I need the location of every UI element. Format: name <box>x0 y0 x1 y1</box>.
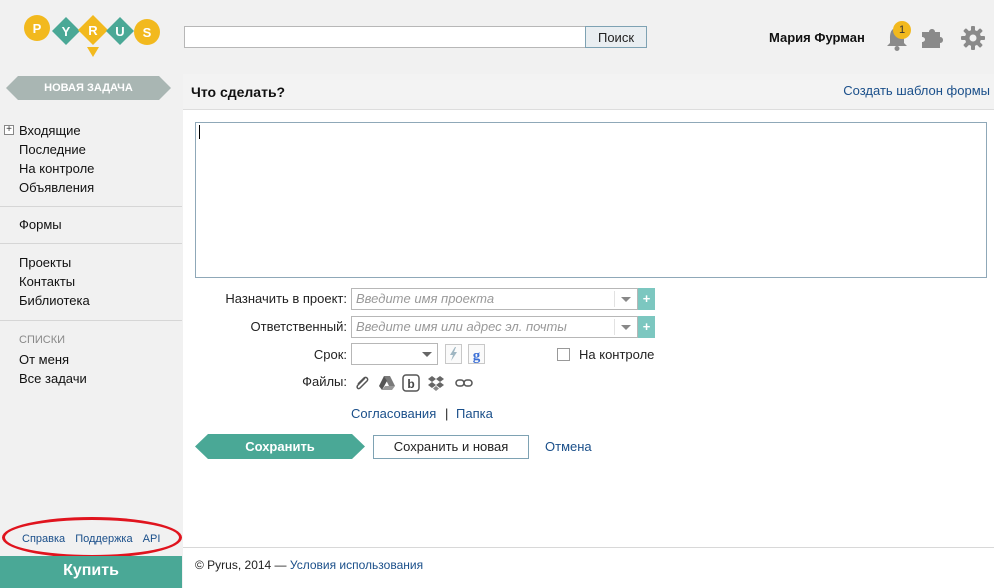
text-caret <box>199 125 200 139</box>
search-input[interactable] <box>184 26 585 48</box>
project-combobox[interactable]: Введите имя проекта <box>351 288 638 310</box>
chevron-down-icon[interactable] <box>621 297 631 302</box>
chevron-down-icon[interactable] <box>422 352 432 357</box>
sidebar-item-forms[interactable]: Формы <box>0 215 182 234</box>
puzzle-icon[interactable] <box>920 26 946 50</box>
deadline-picker[interactable] <box>351 343 438 365</box>
sidebar-group-projects: Проекты Контакты Библиотека <box>0 253 182 310</box>
sidebar-divider <box>0 206 182 207</box>
svg-text:P: P <box>33 21 42 36</box>
logo-letter-r: R <box>78 15 108 57</box>
cancel-link[interactable]: Отмена <box>545 439 592 454</box>
lightning-icon[interactable] <box>445 344 462 364</box>
highlight-annotation <box>2 517 182 558</box>
svg-text:Y: Y <box>62 24 71 39</box>
sidebar-item-control[interactable]: На контроле <box>0 159 182 178</box>
logo-letter-u: U <box>106 17 134 45</box>
sidebar-item-inbox[interactable]: Входящие <box>0 121 182 140</box>
page-title: Что сделать? <box>191 84 286 100</box>
copyright: © Pyrus, 2014 — Условия использования <box>195 558 423 572</box>
box-icon[interactable]: b <box>402 374 420 392</box>
form-header: Что сделать? Создать шаблон формы <box>183 74 994 110</box>
svg-text:g: g <box>473 348 481 363</box>
google-calendar-icon[interactable]: g <box>468 344 485 364</box>
sidebar-divider <box>0 320 182 321</box>
user-name[interactable]: Мария Фурман <box>769 30 865 45</box>
svg-text:b: b <box>407 377 414 391</box>
combo-divider <box>614 319 615 335</box>
sidebar-group-lists: СПИСКИ От меня Все задачи <box>0 331 182 388</box>
sidebar-item-all-tasks[interactable]: Все задачи <box>0 369 182 388</box>
link-separator: | <box>445 406 449 421</box>
sidebar-group-forms: Формы <box>0 215 182 234</box>
control-label: На контроле <box>579 347 655 362</box>
new-task-button[interactable]: НОВАЯ ЗАДАЧА <box>6 76 171 100</box>
files-label: Файлы: <box>302 374 347 389</box>
sidebar-item-from-me[interactable]: От меня <box>0 350 182 369</box>
chevron-down-icon[interactable] <box>621 325 631 330</box>
save-and-new-button[interactable]: Сохранить и новая <box>373 435 529 459</box>
deadline-label: Срок: <box>313 347 347 362</box>
footer-divider <box>183 547 994 548</box>
create-form-template-link[interactable]: Создать шаблон формы <box>843 83 990 98</box>
gear-icon[interactable] <box>960 25 986 51</box>
responsible-combobox[interactable]: Введите имя или адрес эл. почты <box>351 316 638 338</box>
search-bar: Поиск <box>184 26 647 48</box>
terms-link[interactable]: Условия использования <box>290 558 423 572</box>
sidebar-item-recent[interactable]: Последние <box>0 140 182 159</box>
notification-badge[interactable]: 1 <box>893 21 911 39</box>
combo-divider <box>614 291 615 307</box>
approvals-link[interactable]: Согласования <box>351 406 436 421</box>
project-label: Назначить в проект: <box>225 291 347 306</box>
search-button[interactable]: Поиск <box>585 26 647 48</box>
sidebar-item-projects[interactable]: Проекты <box>0 253 182 272</box>
logo-letter-s: S <box>134 19 160 45</box>
link-icon[interactable] <box>455 374 473 392</box>
responsible-placeholder: Введите имя или адрес эл. почты <box>356 319 567 334</box>
logo-letter-y: Y <box>52 17 80 45</box>
dropbox-icon[interactable] <box>427 374 445 392</box>
pyrus-logo[interactable]: P Y R U S <box>22 13 164 59</box>
add-project-button[interactable]: + <box>638 288 655 310</box>
sidebar-divider <box>0 243 182 244</box>
task-description-input[interactable] <box>195 122 987 278</box>
lists-heading: СПИСКИ <box>19 334 66 346</box>
sidebar-item-announcements[interactable]: Объявления <box>0 178 182 197</box>
svg-text:R: R <box>88 23 98 38</box>
responsible-label: Ответственный: <box>250 319 347 334</box>
save-button[interactable]: Сохранить <box>195 434 365 459</box>
sidebar-group-main: Входящие Последние На контроле Объявлени… <box>0 121 182 197</box>
buy-button[interactable]: Купить <box>0 556 182 588</box>
svg-text:S: S <box>143 25 152 40</box>
paperclip-icon[interactable] <box>353 374 371 392</box>
folder-link[interactable]: Папка <box>456 406 493 421</box>
task-form-panel: Что сделать? Создать шаблон формы Назнач… <box>183 74 994 588</box>
control-checkbox[interactable] <box>557 348 570 361</box>
sidebar-item-contacts[interactable]: Контакты <box>0 272 182 291</box>
svg-text:U: U <box>115 24 124 39</box>
logo-letter-p: P <box>24 15 50 41</box>
copyright-text: © Pyrus, 2014 — <box>195 558 287 572</box>
google-drive-icon[interactable] <box>378 374 396 392</box>
sidebar-item-library[interactable]: Библиотека <box>0 291 182 310</box>
add-responsible-button[interactable]: + <box>638 316 655 338</box>
project-placeholder: Введите имя проекта <box>356 291 495 306</box>
